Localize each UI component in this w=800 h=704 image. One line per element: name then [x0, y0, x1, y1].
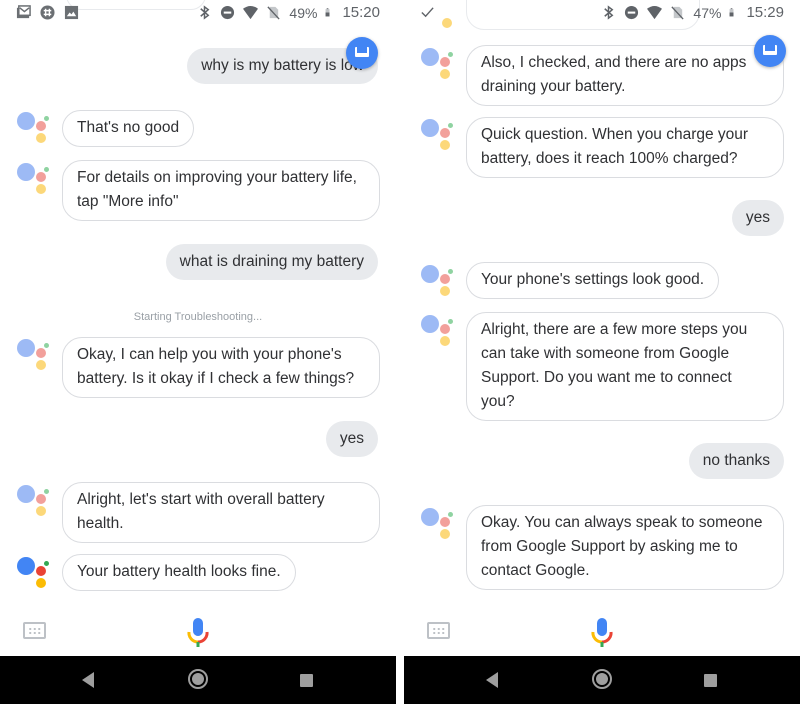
- input-bar: [404, 606, 800, 656]
- keyboard-chat-icon: [763, 45, 777, 55]
- assistant-message: Quick question. When you charge your bat…: [466, 117, 784, 178]
- back-icon[interactable]: [82, 672, 94, 688]
- assistant-avatar: [421, 115, 461, 155]
- keyboard-toggle-button[interactable]: [754, 35, 786, 67]
- assistant-avatar: [421, 504, 461, 544]
- system-note: Starting Troubleshooting...: [133, 311, 263, 323]
- battery-icon: [326, 8, 330, 17]
- keyboard-chat-icon: [355, 47, 369, 57]
- assistant-message: Your battery health looks fine.: [62, 554, 296, 591]
- user-message: what is draining my battery: [165, 244, 378, 280]
- user-message: no thanks: [688, 443, 784, 479]
- no-sim-icon: [267, 6, 281, 20]
- assistant-message: For details on improving your battery li…: [62, 160, 380, 221]
- bluetooth-icon: [200, 5, 210, 20]
- mic-icon[interactable]: [590, 616, 614, 652]
- gallery-icon: [64, 5, 79, 20]
- wifi-icon: [243, 5, 259, 20]
- do-not-disturb-icon: [221, 5, 235, 20]
- assistant-message: That's no good: [62, 110, 195, 147]
- bluetooth-icon: [604, 5, 614, 20]
- assistant-message: Okay, I can help you with your phone's b…: [62, 337, 380, 398]
- status-bar: 47% 15:29: [404, 0, 800, 26]
- assistant-message: Alright, there are a few more steps you …: [466, 312, 784, 421]
- keyboard-toggle-button[interactable]: [346, 37, 378, 69]
- status-bar: 49% 15:20: [0, 0, 396, 26]
- navigation-bar: [0, 656, 396, 704]
- assistant-avatar: [17, 159, 57, 199]
- assistant-avatar: [421, 44, 461, 84]
- keyboard-icon[interactable]: [23, 622, 46, 639]
- assistant-avatar: [421, 261, 461, 301]
- wifi-icon: [647, 5, 663, 20]
- user-message: yes: [731, 200, 784, 236]
- phone-screen-left: 49% 15:20 why is my battery is low That'…: [0, 0, 396, 704]
- check-icon: [421, 7, 434, 18]
- input-bar: [0, 606, 396, 656]
- navigation-bar: [404, 656, 800, 704]
- home-icon[interactable]: [188, 669, 208, 689]
- assistant-avatar: [17, 335, 57, 375]
- phone-screen-right: 47% 15:29 Also, I checked, and there are…: [404, 0, 800, 704]
- assistant-message: Your phone's settings look good.: [466, 262, 719, 299]
- recents-icon[interactable]: [300, 674, 313, 687]
- do-not-disturb-icon: [625, 5, 639, 20]
- assistant-avatar-active: [17, 553, 57, 593]
- assistant-avatar: [421, 311, 461, 351]
- keyboard-icon[interactable]: [427, 622, 450, 639]
- battery-percent: 49%: [289, 4, 318, 21]
- clock: 15:20: [342, 4, 380, 21]
- mic-icon[interactable]: [186, 616, 210, 652]
- gmail-icon: [16, 5, 31, 19]
- assistant-message: Okay. You can always speak to someone fr…: [466, 505, 784, 590]
- user-message: yes: [325, 421, 378, 457]
- back-icon[interactable]: [486, 672, 498, 688]
- slack-icon: [40, 5, 55, 20]
- assistant-message: Alright, let's start with overall batter…: [62, 482, 380, 543]
- battery-percent: 47%: [693, 4, 722, 21]
- assistant-message: Also, I checked, and there are no apps d…: [466, 45, 784, 106]
- home-icon[interactable]: [592, 669, 612, 689]
- battery-icon: [730, 8, 734, 17]
- clock: 15:29: [746, 4, 784, 21]
- assistant-avatar: [17, 108, 57, 148]
- recents-icon[interactable]: [704, 674, 717, 687]
- assistant-avatar: [17, 481, 57, 521]
- no-sim-icon: [671, 6, 685, 20]
